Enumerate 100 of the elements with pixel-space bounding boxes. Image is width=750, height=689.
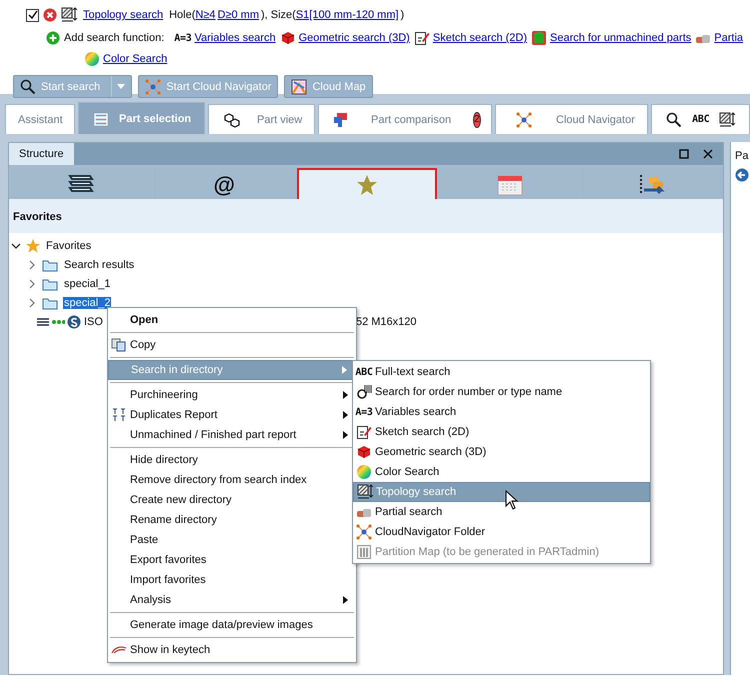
submenu-item[interactable]: Search for order number or type name <box>353 382 650 402</box>
checkmark-icon <box>28 10 38 20</box>
add-function-label: Add search function: <box>64 32 164 44</box>
sketch-pad-icon <box>414 30 430 46</box>
submenu-item[interactable]: Partial search <box>353 502 650 522</box>
folder-icon <box>42 276 58 290</box>
search-function-link[interactable]: Sketch search (2D) <box>432 32 528 44</box>
menu-item[interactable]: Duplicates Report <box>108 405 356 425</box>
condition-link[interactable]: D≥0 mm <box>218 9 259 21</box>
remove-icon[interactable] <box>43 8 57 22</box>
panel-tab[interactable]: Structure <box>9 143 74 165</box>
grid-map-icon <box>356 544 372 560</box>
tree-item[interactable]: ISO <box>83 316 104 328</box>
add-icon[interactable] <box>46 31 60 45</box>
back-arrow-icon[interactable] <box>735 168 749 182</box>
barrel-icon <box>531 30 548 46</box>
menu-item[interactable]: Import favorites <box>108 570 356 590</box>
search-function-link[interactable]: Partia <box>714 32 744 44</box>
menu-item[interactable]: Analysis <box>108 590 356 610</box>
mouse-cursor-icon <box>505 490 519 510</box>
color-wheel-icon <box>84 51 100 67</box>
magnifier-barcode-icon <box>356 384 372 400</box>
close-icon[interactable] <box>703 149 713 159</box>
submenu-item[interactable]: Sketch search (2D) <box>353 422 650 442</box>
menu-item[interactable]: Export favorites <box>108 550 356 570</box>
cube-icon <box>356 444 372 460</box>
panel-title: Pa <box>735 150 750 162</box>
tab[interactable]: Cloud Navigator <box>495 104 648 134</box>
folder-icon <box>42 258 58 272</box>
text-icon: ABC <box>355 366 373 378</box>
search-function-link[interactable]: Search for unmachined parts <box>550 32 692 44</box>
condition-text: ), Size( <box>261 9 296 21</box>
calendar-icon <box>496 174 523 196</box>
sketch-pad-icon <box>356 424 372 440</box>
menu-item[interactable]: Create new directory <box>108 490 356 510</box>
condition-link[interactable]: N≥4 <box>195 9 216 21</box>
network-nodes-icon <box>516 112 532 128</box>
network-nodes-icon <box>356 524 372 540</box>
submenu-item[interactable]: ABC Full-text search <box>353 362 650 382</box>
star-icon <box>26 238 40 252</box>
search-function-link[interactable]: Color Search <box>103 53 168 65</box>
condition-link[interactable]: S1[100 mm-120 mm] <box>296 9 399 21</box>
list-icon <box>37 316 49 326</box>
copy-icon <box>111 338 127 352</box>
menu-item[interactable]: Paste <box>108 530 356 550</box>
chevron-right-icon[interactable] <box>27 298 37 308</box>
export-boxes-icon <box>638 172 667 196</box>
cubes-icon <box>223 112 241 128</box>
star-icon <box>356 174 378 196</box>
chevron-down-icon[interactable] <box>11 240 21 250</box>
tree-item[interactable]: Favorites <box>45 240 92 252</box>
condition-text: Hole( <box>169 9 196 21</box>
submenu-item[interactable]: Color Search <box>353 462 650 482</box>
compare-icon <box>333 112 349 128</box>
hatched-square-icon <box>719 112 736 128</box>
tree-item[interactable]: Search results <box>63 258 136 270</box>
submenu-item[interactable]: A=3 Variables search <box>353 402 650 422</box>
tree-item-text: 52 M16x120 <box>356 316 416 328</box>
tab[interactable]: Part comparison 2 <box>318 104 492 134</box>
submenu-item[interactable]: Geometric search (3D) <box>353 442 650 462</box>
dots-icon <box>51 318 65 324</box>
swoosh-icon <box>111 645 127 655</box>
search-link[interactable]: Topology search <box>83 9 164 21</box>
menu-item[interactable]: Show in keytech <box>108 640 356 660</box>
text-icon: ABC <box>692 114 710 125</box>
menu-item[interactable]: Remove directory from search index <box>108 470 356 490</box>
tab[interactable]: Part view <box>208 104 315 134</box>
chevron-right-icon[interactable] <box>27 278 37 288</box>
menu-item[interactable]: Hide directory <box>108 450 356 470</box>
cube-icon <box>280 30 296 46</box>
hatched-square-icon <box>357 484 373 500</box>
menu-item[interactable]: Purchineering <box>108 385 356 405</box>
menu-item[interactable]: Unmachined / Finished part report <box>108 425 356 445</box>
menu-item[interactable]: Copy <box>108 335 356 355</box>
menu-item[interactable]: Generate image data/preview images <box>108 615 356 635</box>
tree-item[interactable]: special_1 <box>63 278 112 290</box>
text-icon: A=3 <box>355 406 373 418</box>
tree-item[interactable]: special_2 <box>63 296 112 308</box>
submenu-item[interactable]: CloudNavigator Folder <box>353 522 650 542</box>
hatched-square-icon <box>61 7 77 23</box>
badge-s-icon <box>67 314 81 328</box>
folder-icon <box>42 296 58 310</box>
search-function-link[interactable]: Geometric search (3D) <box>298 32 410 44</box>
search-function-link[interactable]: Variables search <box>194 32 276 44</box>
condition-text: ) <box>400 9 404 21</box>
tab[interactable]: ABC <box>651 104 750 134</box>
text-icon: A=3 <box>174 32 192 44</box>
chevron-right-icon[interactable] <box>27 260 37 270</box>
color-wheel-icon <box>356 464 372 480</box>
search-icon <box>666 112 682 128</box>
books-icon <box>93 112 109 126</box>
tab[interactable]: Assistant <box>5 104 75 134</box>
menu-item[interactable]: Rename directory <box>108 510 356 530</box>
maximize-icon[interactable] <box>679 149 689 159</box>
duplicates-icon <box>112 408 126 422</box>
menu-item[interactable]: Open <box>108 310 356 330</box>
search-icon <box>20 78 36 94</box>
count-badge: 2 <box>473 112 481 128</box>
checkbox[interactable] <box>26 8 39 22</box>
map-icon <box>291 78 308 94</box>
